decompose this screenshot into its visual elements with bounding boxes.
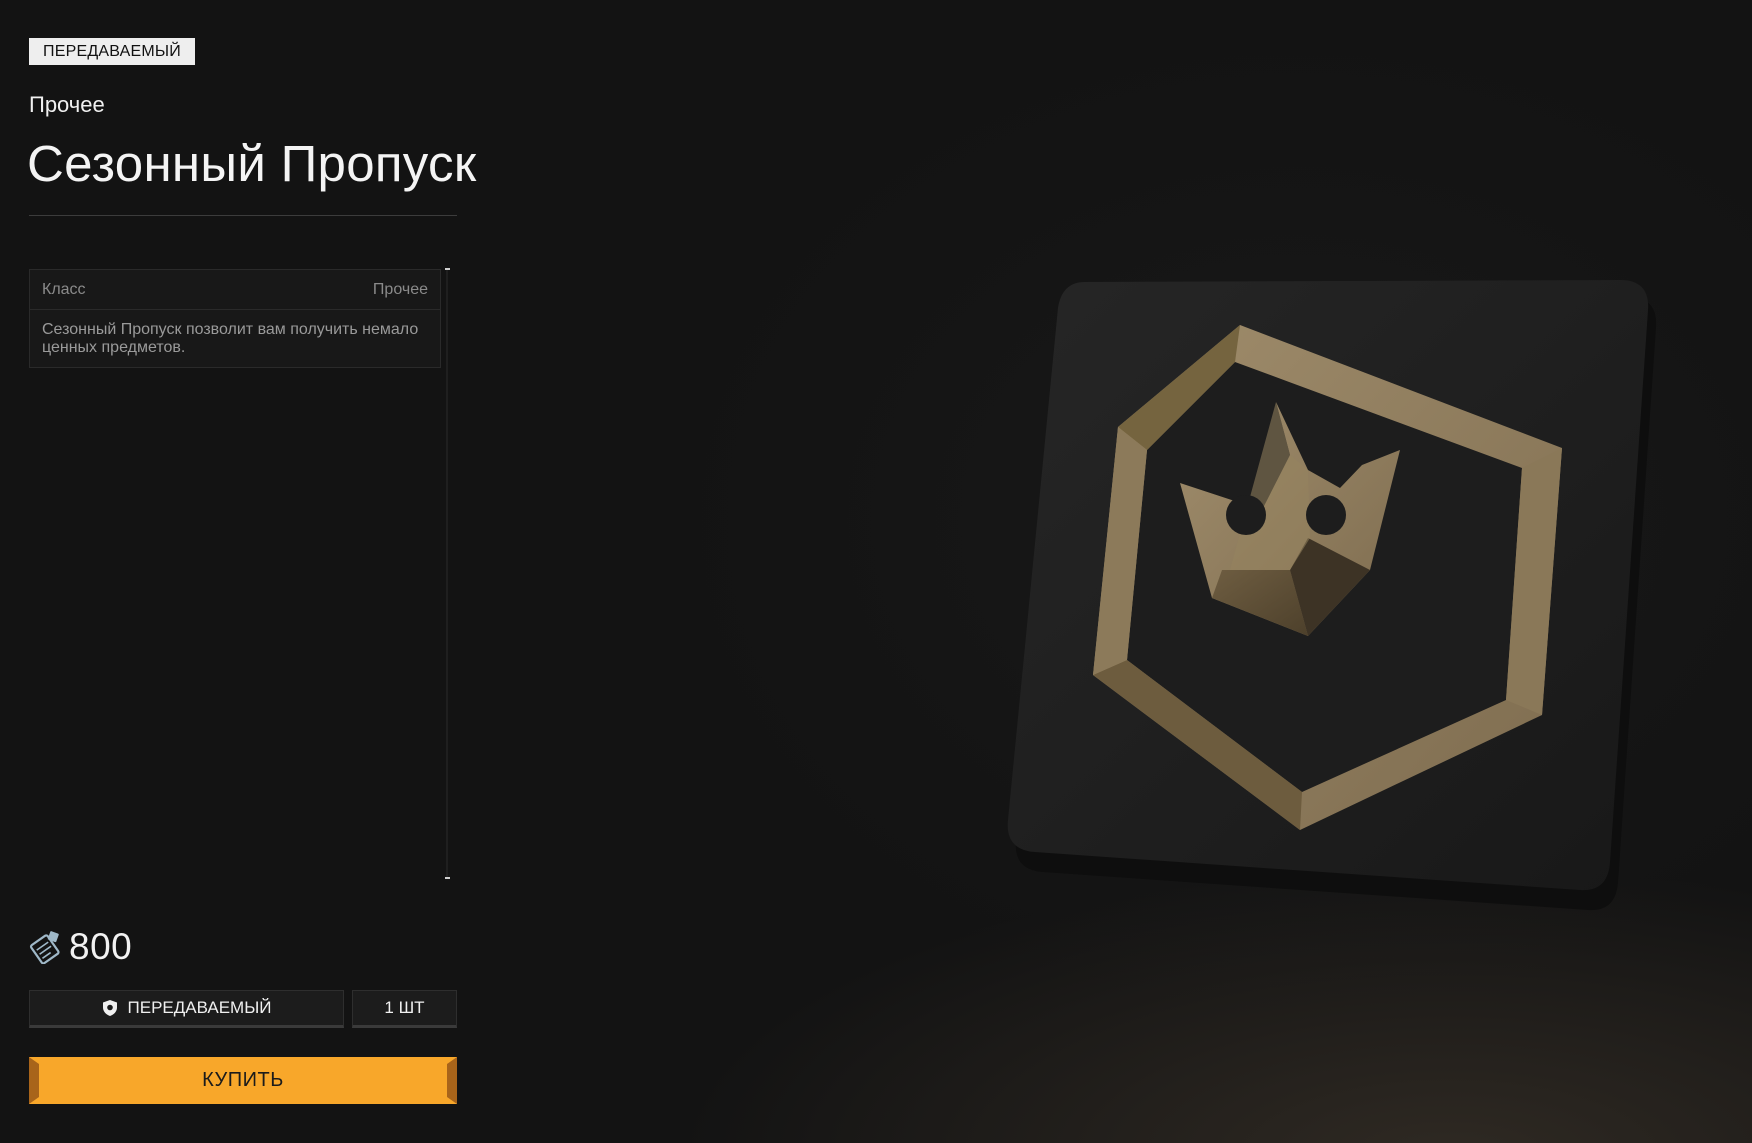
shield-icon xyxy=(102,1000,117,1016)
price-value: 800 xyxy=(69,926,133,967)
item-category: Прочее xyxy=(29,92,105,117)
buy-button-right-notch xyxy=(447,1057,457,1104)
transferable-indicator: ПЕРЕДАВАЕМЫЙ xyxy=(29,990,344,1028)
scrollbar-bottom-cap xyxy=(445,877,450,879)
quantity-value: 1 ШТ xyxy=(384,998,425,1017)
transferable-tag: ПЕРЕДАВАЕМЫЙ xyxy=(29,38,195,65)
price-display: 800 xyxy=(29,926,132,968)
scrollbar-top-cap xyxy=(445,268,450,270)
class-label: Класс xyxy=(42,280,86,298)
transferable-label: ПЕРЕДАВАЕМЫЙ xyxy=(127,998,272,1017)
class-row: Класс Прочее xyxy=(30,270,440,310)
buy-button-label: КУПИТЬ xyxy=(202,1069,284,1091)
ticket-icon xyxy=(29,931,60,964)
item-description: Сезонный Пропуск позволит вам получить н… xyxy=(42,321,419,356)
class-value: Прочее xyxy=(372,280,428,298)
quantity-display: 1 ШТ xyxy=(352,990,457,1028)
item-title: Сезонный Пропуск xyxy=(27,135,477,192)
item-info-panel: Класс Прочее Сезонный Пропуск позволит в… xyxy=(29,269,441,368)
buy-button-left-notch xyxy=(29,1057,39,1104)
buy-button[interactable]: КУПИТЬ xyxy=(29,1057,457,1104)
item-preview-image xyxy=(1007,280,1657,911)
title-divider xyxy=(29,215,457,216)
info-scrollbar[interactable] xyxy=(446,269,448,879)
